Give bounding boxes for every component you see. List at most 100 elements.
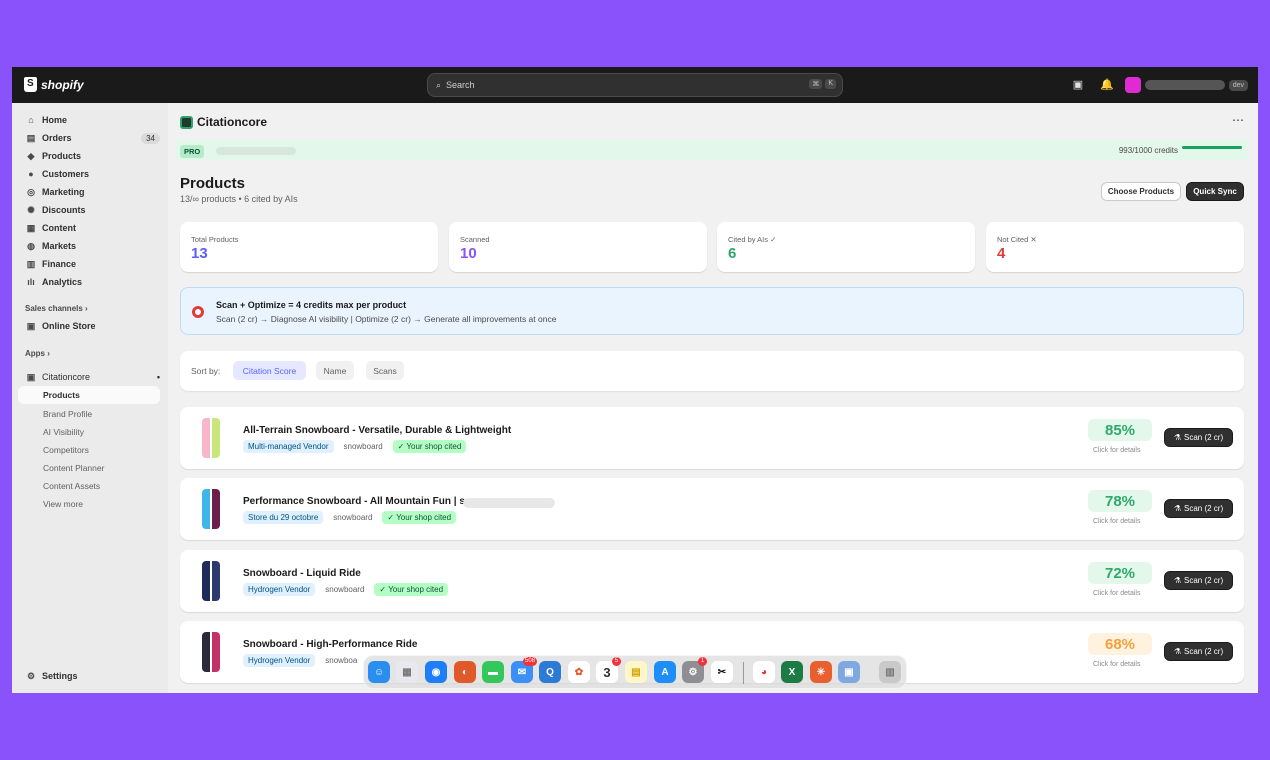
nav-discounts[interactable]: ✺ Discounts bbox=[26, 201, 160, 219]
scan-button[interactable]: ⚗ Scan (2 cr) bbox=[1164, 499, 1233, 518]
choose-products-button[interactable]: Choose Products bbox=[1101, 182, 1181, 201]
stat-value: 4 bbox=[997, 245, 1006, 262]
scan-button[interactable]: ⚗ Scan (2 cr) bbox=[1164, 642, 1233, 661]
nav-marketing[interactable]: ◎ Marketing bbox=[26, 183, 160, 201]
nav-label: Finance bbox=[42, 259, 77, 269]
excel-icon[interactable]: X bbox=[781, 661, 803, 683]
chart-icon: ılı bbox=[27, 277, 35, 287]
product-name[interactable]: Snowboard - Liquid Ride bbox=[243, 568, 361, 579]
scan-button[interactable]: ⚗ Scan (2 cr) bbox=[1164, 428, 1233, 447]
logo-text: shopify bbox=[41, 77, 84, 92]
claude-icon[interactable]: ✳ bbox=[810, 661, 832, 683]
vendor-tag: Hydrogen Vendor bbox=[243, 583, 316, 596]
nav-content[interactable]: ▦ Content bbox=[26, 219, 160, 237]
product-name[interactable]: All-Terrain Snowboard - Versatile, Durab… bbox=[243, 425, 511, 436]
product-row[interactable]: All-Terrain Snowboard - Versatile, Durab… bbox=[180, 407, 1244, 469]
nav-customers[interactable]: ● Customers bbox=[26, 165, 160, 183]
nav-orders[interactable]: ▤ Orders 34 bbox=[26, 129, 160, 147]
citationcore-logo-icon bbox=[180, 115, 193, 129]
dev-badge: dev bbox=[1228, 79, 1248, 91]
citation-score[interactable]: 68% bbox=[1088, 633, 1152, 655]
more-options-icon[interactable]: ⋯ bbox=[1232, 113, 1244, 127]
app-store-icon[interactable]: A bbox=[654, 661, 676, 683]
preview-icon[interactable]: ▣ bbox=[838, 661, 860, 683]
credits-info-banner: Scan + Optimize = 4 credits max per prod… bbox=[180, 287, 1244, 335]
nav-label: Orders bbox=[42, 133, 72, 143]
photos-icon[interactable]: ✿ bbox=[568, 661, 590, 683]
trash-icon[interactable]: ▥ bbox=[879, 661, 901, 683]
stat-card-cited: Cited by AIs ✓ 6 bbox=[717, 222, 975, 272]
scan-button[interactable]: ⚗ Scan (2 cr) bbox=[1164, 571, 1233, 590]
bell-icon[interactable]: 🔔 bbox=[1100, 78, 1114, 92]
nav-products[interactable]: ◆ Products bbox=[26, 147, 160, 165]
product-row[interactable]: Snowboard - Liquid Ride Hydrogen Vendor … bbox=[180, 550, 1244, 612]
user-menu[interactable]: dev bbox=[1124, 77, 1248, 93]
firefox-icon[interactable]: ◐ bbox=[454, 661, 476, 683]
quick-sync-button[interactable]: Quick Sync bbox=[1186, 182, 1244, 201]
stat-label: Total Products bbox=[191, 235, 239, 244]
subnav-view-more[interactable]: View more bbox=[43, 499, 83, 509]
nav-markets[interactable]: ◍ Markets bbox=[26, 237, 160, 255]
info-title: Scan + Optimize = 4 credits max per prod… bbox=[216, 300, 407, 310]
sales-channels-heading[interactable]: Sales channels › bbox=[25, 304, 88, 313]
subnav-products[interactable]: Products bbox=[18, 386, 160, 404]
details-link[interactable]: Click for details bbox=[1093, 518, 1140, 525]
scan-label: Scan (2 cr) bbox=[1184, 433, 1224, 442]
nav-label: Citationcore bbox=[42, 372, 91, 382]
subnav-content-assets[interactable]: Content Assets bbox=[43, 481, 100, 491]
sort-name[interactable]: Name bbox=[316, 361, 354, 380]
details-link[interactable]: Click for details bbox=[1093, 661, 1140, 668]
search-icon: ⌕ bbox=[436, 79, 442, 90]
shopify-logo[interactable]: shopify bbox=[24, 77, 84, 92]
quicktime-icon[interactable]: Q bbox=[539, 661, 561, 683]
vendor-tag: Hydrogen Vendor bbox=[243, 654, 316, 667]
redacted-text bbox=[216, 147, 296, 155]
nav-finance[interactable]: ▥ Finance bbox=[26, 255, 160, 273]
nav-citationcore[interactable]: ▣ Citationcore • bbox=[26, 368, 160, 386]
credits-meter-fill bbox=[1182, 146, 1242, 149]
scan-label: Scan (2 cr) bbox=[1184, 647, 1224, 656]
subnav-brand-profile[interactable]: Brand Profile bbox=[43, 409, 92, 419]
subnav-competitors[interactable]: Competitors bbox=[43, 445, 89, 455]
notes-icon[interactable]: ▤ bbox=[625, 661, 647, 683]
sort-citation-score[interactable]: Citation Score bbox=[233, 361, 306, 380]
store-name-redacted bbox=[1144, 80, 1225, 90]
details-link[interactable]: Click for details bbox=[1093, 590, 1140, 597]
citation-score[interactable]: 72% bbox=[1088, 562, 1152, 584]
nav-home[interactable]: ⌂ Home bbox=[26, 111, 160, 129]
finder-icon[interactable]: ☺ bbox=[368, 661, 390, 683]
search-bar[interactable]: ⌕ Search ⌘ K bbox=[427, 73, 843, 97]
nav-online-store[interactable]: ▣ Online Store bbox=[26, 317, 160, 335]
type-tag: snowboard bbox=[333, 513, 373, 522]
product-name[interactable]: Performance Snowboard - All Mountain Fun… bbox=[243, 496, 465, 507]
macos-dock: ☺ ▦ ◉ ◐ ▬ ✉ 508 Q ✿ 3 5 ▤ A ⚙ 1 ✂ ◕ X ✳ … bbox=[363, 655, 907, 689]
nav-settings[interactable]: ⚙ Settings bbox=[26, 667, 160, 685]
product-tags: Store du 29 octobre snowboard ✓ Your sho… bbox=[243, 511, 457, 524]
home-icon: ⌂ bbox=[28, 115, 34, 125]
product-name[interactable]: Snowboard - High-Performance Ride bbox=[243, 639, 417, 650]
sidebar: ⌂ Home ▤ Orders 34 ◆ Products ● Customers ◎ Ma… bbox=[12, 103, 168, 693]
messages-icon[interactable]: ▬ bbox=[482, 661, 504, 683]
subnav-content-planner[interactable]: Content Planner bbox=[43, 463, 104, 473]
launchpad-icon[interactable]: ▦ bbox=[396, 661, 418, 683]
product-row[interactable]: Performance Snowboard - All Mountain Fun… bbox=[180, 478, 1244, 540]
chrome-icon[interactable]: ◕ bbox=[753, 661, 775, 683]
plan-badge: PRO bbox=[180, 145, 205, 158]
cited-badge: ✓ Your shop cited bbox=[382, 511, 457, 524]
citation-score[interactable]: 78% bbox=[1088, 490, 1152, 512]
subnav-ai-visibility[interactable]: AI Visibility bbox=[43, 427, 84, 437]
shopify-bag-icon bbox=[24, 77, 37, 92]
citation-score[interactable]: 85% bbox=[1088, 419, 1152, 441]
store-icon[interactable]: ▣ bbox=[1071, 78, 1085, 92]
globe-icon: ◍ bbox=[27, 240, 35, 251]
sort-scans[interactable]: Scans bbox=[366, 361, 404, 380]
details-link[interactable]: Click for details bbox=[1093, 447, 1140, 454]
capcut-icon[interactable]: ✂ bbox=[711, 661, 733, 683]
nav-label: Markets bbox=[42, 241, 77, 251]
apps-heading[interactable]: Apps › bbox=[25, 349, 50, 358]
pin-dot-icon[interactable]: • bbox=[157, 372, 160, 382]
vendor-tag: Store du 29 octobre bbox=[243, 511, 324, 524]
nav-analytics[interactable]: ılı Analytics bbox=[26, 273, 160, 291]
section-label-text: Apps bbox=[25, 349, 45, 358]
safari-icon[interactable]: ◉ bbox=[425, 661, 447, 683]
